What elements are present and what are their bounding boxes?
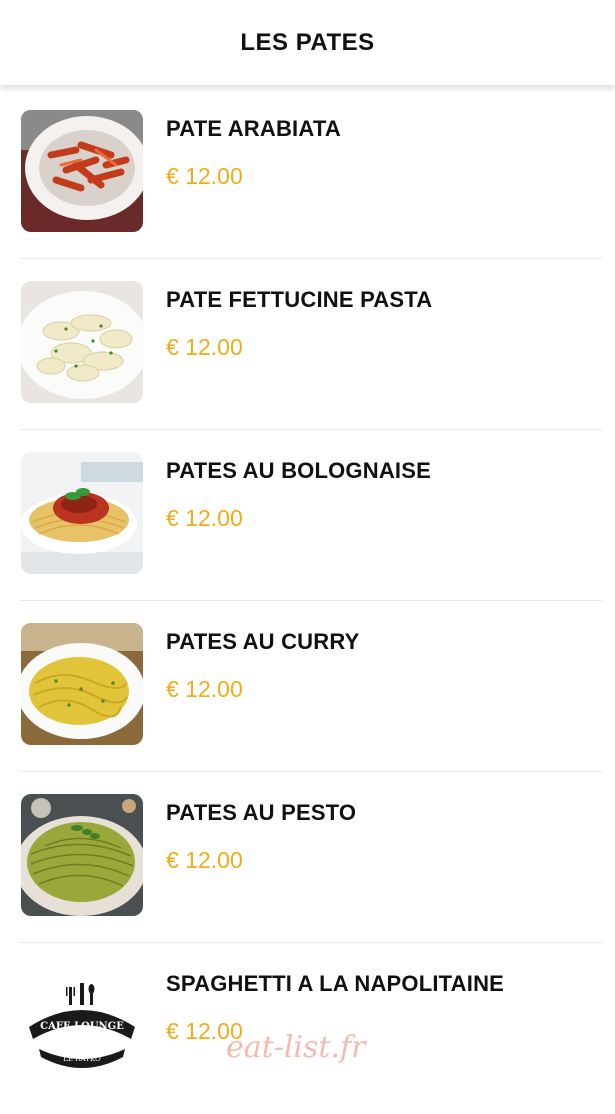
logo-text-bottom: LE RAYKO [63,1055,101,1063]
menu-item[interactable]: PATE ARABIATA € 12.00 [20,88,602,259]
item-price: € 12.00 [166,163,243,189]
page-header: LES PATES [0,0,615,86]
pesto-pasta-image[interactable] [21,794,143,916]
page-title: LES PATES [240,28,375,56]
item-price: € 12.00 [166,847,243,873]
item-name: SPAGHETTI A LA NAPOLITAINE [166,971,505,996]
menu-item[interactable]: PATE FETTUCINE PASTA € 12.00 [20,259,602,430]
logo-text-top: CAFE LOUNGE [40,1021,124,1032]
fettuccine-image[interactable] [21,281,143,403]
item-price: € 12.00 [166,505,243,531]
item-name: PATE ARABIATA [166,116,341,141]
item-name: PATE FETTUCINE PASTA [166,287,433,312]
menu-item[interactable]: PATES AU PESTO € 12.00 [20,772,602,943]
bolognese-image[interactable] [21,452,143,574]
menu-item[interactable]: CAFE LOUNGE LE RAYKO SPAGHETTI A LA NAPO… [20,943,602,1114]
curry-pasta-image[interactable] [21,623,143,745]
menu-list: PATE ARABIATA € 12.00 PATE FETTUCINE PAS… [20,88,602,1114]
menu-item[interactable]: PATES AU CURRY € 12.00 [20,601,602,772]
watermark: eat-list.fr [226,1030,366,1065]
item-price: € 12.00 [166,334,243,360]
penne-arrabbiata-image[interactable] [21,110,143,232]
item-name: PATES AU CURRY [166,629,360,654]
item-name: PATES AU BOLOGNAISE [166,458,431,483]
menu-item[interactable]: PATES AU BOLOGNAISE € 12.00 [20,430,602,601]
item-price: € 12.00 [166,676,243,702]
cafe-lounge-logo: CAFE LOUNGE LE RAYKO [21,965,143,1087]
item-name: PATES AU PESTO [166,800,357,825]
